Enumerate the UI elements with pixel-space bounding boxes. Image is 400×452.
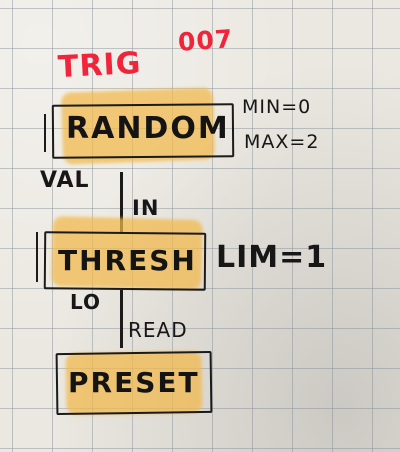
trig-title: TRIG [57, 45, 143, 86]
random-param-max: MAX=2 [244, 131, 320, 153]
preset-input-read: READ [128, 318, 188, 342]
random-label: RANDOM [66, 111, 230, 146]
thresh-box-left-tick [36, 232, 38, 282]
connector-lo-read [120, 290, 123, 348]
notebook-page: TRIG 007 RANDOM MIN=0 MAX=2 VAL IN THRES… [0, 0, 400, 452]
random-box-left-tick [44, 114, 46, 152]
thresh-param-lim: LIM=1 [216, 240, 328, 275]
thresh-label: THRESH [58, 244, 197, 277]
preset-label: PRESET [68, 366, 200, 399]
random-param-min: MIN=0 [242, 96, 312, 118]
random-output-val: VAL [40, 168, 90, 193]
trig-number: 007 [177, 24, 235, 57]
thresh-output-lo: LO [70, 290, 102, 314]
thresh-input-in: IN [132, 196, 160, 220]
